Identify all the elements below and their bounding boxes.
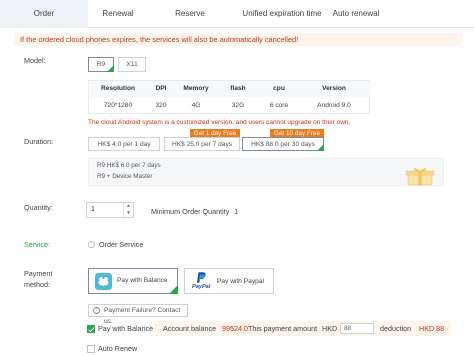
tab-renewal[interactable]: Renewal [90, 0, 146, 28]
duration-option-1-day[interactable]: HK$ 4.0 per 1 day [88, 137, 160, 151]
payment-amount-input[interactable]: 88 [340, 323, 374, 334]
model-option-label: X11 [126, 61, 138, 68]
minimum-quantity-label: Minimum Order Quantity [151, 207, 230, 216]
spec-value-cell: Android 9.0 [317, 102, 351, 109]
duration-label: Duration: [24, 137, 54, 146]
payment-amount-value: 88 [344, 325, 352, 332]
selected-check-icon [317, 144, 324, 151]
payment-method-label: Payment method: [24, 269, 53, 289]
order-service-label: Order Service [99, 240, 144, 249]
pay-with-balance-label: Pay with Balance [117, 277, 168, 284]
spec-header-cell: flash [230, 85, 246, 92]
chevron-down-icon[interactable]: ▼ [124, 210, 133, 217]
duration-option-7-days[interactable]: HK$ 25.0 per 7 days [164, 137, 240, 151]
quantity-spinner[interactable]: ▲ ▼ [123, 203, 133, 217]
plan-line: R9 HK$ 6.0 per 7 days [97, 162, 161, 169]
paypal-icon [197, 272, 206, 283]
auto-renew-checkbox[interactable] [87, 345, 95, 353]
plan-line: R9 + Device Master [97, 173, 153, 180]
quantity-stepper[interactable]: 1 ▲ ▼ [86, 202, 134, 218]
duration-option-label: HK$ 4.0 per 1 day [97, 141, 151, 148]
model-label: Model: [24, 56, 46, 65]
duration-option-label: HK$ 25.0 per 7 days [171, 141, 233, 148]
service-label: Service: [24, 240, 50, 249]
spec-header-row: Resolution DPI Memory flash cpu Version [89, 81, 371, 97]
spec-value-cell: 720*1280 [103, 102, 133, 109]
spec-value-cell: 320 [155, 102, 167, 109]
duration-option-30-days[interactable]: HK$ 88.0 per 30 days [242, 137, 324, 151]
auto-renew-label: Auto Renew [98, 344, 138, 353]
spec-value-cell: 4G [191, 102, 201, 109]
spec-header-cell: Resolution [100, 85, 136, 92]
tab-bar: Order Renewal Reserve Unified expiration… [0, 0, 474, 28]
pay-with-balance-check-label: Pay with Balance [98, 324, 154, 333]
model-option-label: R9 [96, 61, 106, 68]
tab-auto-renewal[interactable]: Auto renewal [326, 0, 386, 28]
pay-with-paypal-label: Pay with Paypal [217, 278, 264, 285]
quantity-label: Quantity: [24, 203, 53, 212]
spec-value-cell: 6 core [269, 102, 289, 109]
wallet-icon [95, 273, 112, 290]
pay-with-balance-checkbox[interactable] [87, 325, 95, 333]
duration-option-label: HK$ 88.0 per 30 days [251, 141, 315, 148]
deduction-label: deduction [380, 324, 412, 333]
account-balance-label: Account balance [163, 324, 217, 333]
deduction-value: HKD 88 [419, 324, 445, 333]
paypal-logo-text: PayPal [192, 284, 211, 290]
expiry-notice: If the ordered cloud phones expires, the… [14, 33, 462, 46]
chevron-up-icon[interactable]: ▲ [124, 203, 133, 210]
spec-header-cell: DPI [155, 85, 167, 92]
pay-with-paypal-option[interactable]: PayPal Pay with Paypal [184, 268, 274, 294]
minimum-quantity-value: 1 [234, 207, 239, 216]
account-balance-value: 99524.0 [222, 324, 248, 333]
spec-header-cell: cpu [273, 85, 285, 92]
minimum-quantity-text: Minimum Order Quantity 1 [151, 207, 238, 216]
currency-label: HKD [322, 324, 338, 333]
pay-with-balance-option[interactable]: Pay with Balance [88, 268, 178, 294]
upgrade-warning: The cloud Android system is a customized… [88, 119, 351, 126]
spec-header-cell: Version [322, 85, 346, 92]
tab-reserve[interactable]: Reserve [162, 0, 218, 28]
info-icon: ! [93, 307, 100, 314]
plan-summary: R9 HK$ 6.0 per 7 days R9 + Device Master [88, 158, 444, 186]
tab-order[interactable]: Order [0, 0, 88, 28]
spec-table: Resolution DPI Memory flash cpu Version … [88, 80, 371, 114]
payment-amount-label: This payment amount [248, 324, 318, 333]
model-option-r9[interactable]: R9 [88, 57, 114, 72]
quantity-value: 1 [91, 206, 95, 213]
spec-header-cell: Memory [183, 85, 209, 92]
order-service-radio[interactable] [88, 241, 95, 248]
spec-value-row: 720*1280 320 4G 32G 6 core Android 9.0 [89, 98, 371, 114]
payment-failure-contact-link[interactable]: ! Payment Failure? Contact us. [88, 304, 188, 325]
tab-unified-expiration[interactable]: Unified expiration time [226, 0, 338, 28]
selected-check-icon [169, 285, 178, 294]
payment-summary: Account balance 99524.0 This payment amo… [155, 321, 451, 336]
spec-value-cell: 32G [231, 102, 245, 109]
gift-icon [405, 168, 435, 186]
selected-check-icon [107, 65, 114, 72]
model-option-x11[interactable]: X11 [118, 57, 146, 72]
